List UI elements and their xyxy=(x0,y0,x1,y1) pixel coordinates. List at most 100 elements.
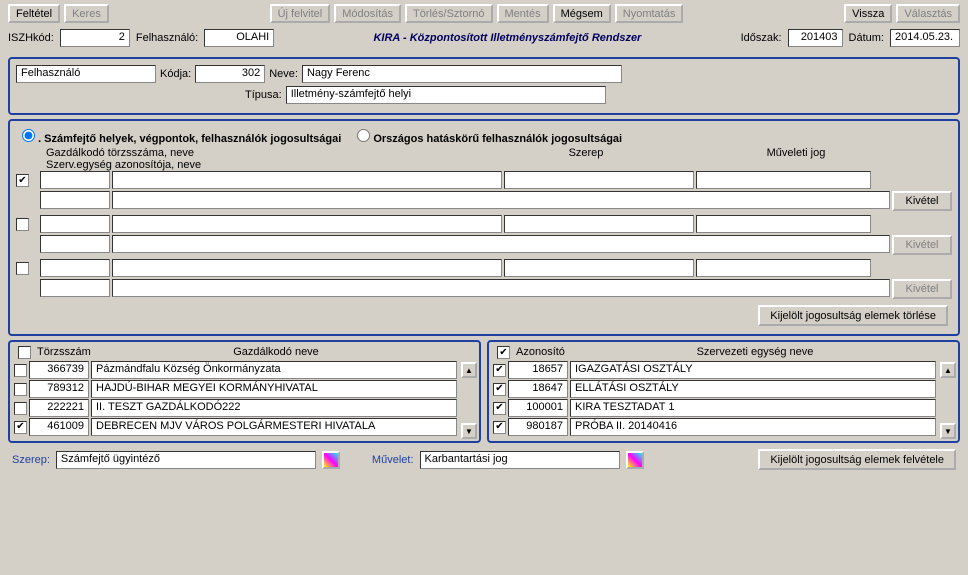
kivetel-button[interactable]: Kivétel xyxy=(892,279,952,299)
perm-azon-input[interactable] xyxy=(40,191,110,209)
perm-azon-input[interactable] xyxy=(40,279,110,297)
perm-szerep-input[interactable] xyxy=(504,171,694,189)
perm-muvelet-input[interactable] xyxy=(696,171,871,189)
iszh-value: 2 xyxy=(60,29,130,47)
perm-hdr-szerep: Szerep xyxy=(486,147,686,171)
perm-szervnev-input[interactable] xyxy=(112,235,890,253)
tipusa-value[interactable]: Illetmény-számfejtő helyi xyxy=(286,86,606,104)
perm-gazd-input[interactable] xyxy=(112,171,502,189)
kivetel-button[interactable]: Kivétel xyxy=(892,191,952,211)
perm-muvelet-input[interactable] xyxy=(696,215,871,233)
row-checkbox[interactable]: ✔ xyxy=(493,364,506,377)
row-name: Pázmándfalu Község Önkormányzata xyxy=(91,361,457,379)
perm-checkbox[interactable] xyxy=(16,262,29,275)
user-value: OLAHI xyxy=(204,29,274,47)
valasztas-button[interactable]: Választás xyxy=(896,4,960,23)
radio-local[interactable]: . Számfejtő helyek, végpontok, felhaszná… xyxy=(22,129,341,145)
radio-national[interactable]: Országos hatáskörű felhasználók jogosult… xyxy=(357,129,622,145)
row-name: HAJDÚ-BIHAR MEGYEI KORMÁNYHIVATAL xyxy=(91,380,457,398)
perm-row: Kivétel xyxy=(16,215,952,255)
radio-national-input[interactable] xyxy=(357,129,370,142)
row-checkbox[interactable] xyxy=(14,364,27,377)
list-item[interactable]: 366739Pázmándfalu Község Önkormányzata xyxy=(14,361,475,379)
row-name: IGAZGATÁSI OSZTÁLY xyxy=(570,361,936,379)
neve-label: Neve: xyxy=(269,68,298,80)
perm-gazd-input[interactable] xyxy=(112,215,502,233)
perm-checkbox[interactable] xyxy=(16,218,29,231)
neve-value[interactable]: Nagy Ferenc xyxy=(302,65,622,83)
delete-perms-button[interactable]: Kijelölt jogosultság elemek törlése xyxy=(758,305,948,326)
mentes-button[interactable]: Mentés xyxy=(497,4,549,23)
kivetel-button[interactable]: Kivétel xyxy=(892,235,952,255)
scroll-down-icon[interactable]: ▼ xyxy=(461,423,477,439)
user-panel: Felhasználó Kódja: 302 Neve: Nagy Ferenc… xyxy=(8,57,960,115)
szerep-label: Szerep: xyxy=(12,454,50,466)
select-all-checkbox[interactable] xyxy=(18,346,31,359)
list-item[interactable]: ✔18647ELLÁTÁSI OSZTÁLY xyxy=(493,380,954,398)
vissza-button[interactable]: Vissza xyxy=(844,4,892,23)
perm-azon-input[interactable] xyxy=(40,235,110,253)
select-all-checkbox[interactable]: ✔ xyxy=(497,346,510,359)
perm-szervnev-input[interactable] xyxy=(112,191,890,209)
kodja-value[interactable]: 302 xyxy=(195,65,265,83)
scroll-up-icon[interactable]: ▲ xyxy=(461,362,477,378)
tipusa-label: Típusa: xyxy=(245,89,282,101)
megsem-button[interactable]: Mégsem xyxy=(553,4,611,23)
scroll-down-icon[interactable]: ▼ xyxy=(940,423,956,439)
scroll-up-icon[interactable]: ▲ xyxy=(940,362,956,378)
perm-torzs-input[interactable] xyxy=(40,259,110,277)
modositas-button[interactable]: Módosítás xyxy=(334,4,401,23)
date-label: Dátum: xyxy=(849,32,884,44)
perm-torzs-input[interactable] xyxy=(40,215,110,233)
permissions-panel: . Számfejtő helyek, végpontok, felhaszná… xyxy=(8,119,960,336)
list-item[interactable]: ✔18657IGAZGATÁSI OSZTÁLY xyxy=(493,361,954,379)
perm-torzs-input[interactable] xyxy=(40,171,110,189)
radio-local-input[interactable] xyxy=(22,129,35,142)
muvelet-label: Művelet: xyxy=(372,454,414,466)
row-code: 980187 xyxy=(508,418,568,436)
felhasznalo-field[interactable]: Felhasználó xyxy=(16,65,156,83)
torles-button[interactable]: Törlés/Sztornó xyxy=(405,4,493,23)
perm-muvelet-input[interactable] xyxy=(696,259,871,277)
list-item[interactable]: 222221II. TESZT GAZDÁLKODÓ222 xyxy=(14,399,475,417)
muvelet-lookup-icon[interactable] xyxy=(626,451,644,469)
perm-szerep-input[interactable] xyxy=(504,259,694,277)
row-checkbox[interactable]: ✔ xyxy=(493,421,506,434)
user-label: Felhasználó: xyxy=(136,32,198,44)
nyomtatas-button[interactable]: Nyomtatás xyxy=(615,4,684,23)
perm-checkbox[interactable]: ✔ xyxy=(16,174,29,187)
row-name: PRÓBA II. 20140416 xyxy=(570,418,936,436)
date-value: 2014.05.23. xyxy=(890,29,960,47)
list-hdr-torzsszam: Törzsszám xyxy=(37,346,97,359)
row-checkbox[interactable]: ✔ xyxy=(14,421,27,434)
add-perms-button[interactable]: Kijelölt jogosultság elemek felvétele xyxy=(758,449,956,470)
toolbar: Feltétel Keres Új felvitel Módosítás Tör… xyxy=(0,0,968,27)
period-value: 201403 xyxy=(788,29,843,47)
gazdalkodo-list: Törzsszám Gazdálkodó neve 366739Pázmándf… xyxy=(8,340,481,443)
muvelet-select[interactable]: Karbantartási jog xyxy=(420,451,620,469)
list-item[interactable]: 789312HAJDÚ-BIHAR MEGYEI KORMÁNYHIVATAL xyxy=(14,380,475,398)
szervezet-list: ✔ Azonosító Szervezeti egység neve ✔1865… xyxy=(487,340,960,443)
szerep-select[interactable]: Számfejtő ügyintéző xyxy=(56,451,316,469)
row-checkbox[interactable] xyxy=(14,383,27,396)
perm-szervnev-input[interactable] xyxy=(112,279,890,297)
uj-felvitel-button[interactable]: Új felvitel xyxy=(270,4,331,23)
list-item[interactable]: ✔461009DEBRECEN MJV VÁROS POLGÁRMESTERI … xyxy=(14,418,475,436)
perm-hdr-gazd: Gazdálkodó törzsszáma, neve xyxy=(46,147,476,159)
feltetel-button[interactable]: Feltétel xyxy=(8,4,60,23)
keres-button[interactable]: Keres xyxy=(64,4,109,23)
perm-gazd-input[interactable] xyxy=(112,259,502,277)
szerep-lookup-icon[interactable] xyxy=(322,451,340,469)
row-checkbox[interactable]: ✔ xyxy=(493,402,506,415)
row-code: 366739 xyxy=(29,361,89,379)
iszh-label: ISZHkód: xyxy=(8,32,54,44)
row-checkbox[interactable]: ✔ xyxy=(493,383,506,396)
row-code: 100001 xyxy=(508,399,568,417)
perm-szerep-input[interactable] xyxy=(504,215,694,233)
row-checkbox[interactable] xyxy=(14,402,27,415)
list-item[interactable]: ✔100001KIRA TESZTADAT 1 xyxy=(493,399,954,417)
list-item[interactable]: ✔980187PRÓBA II. 20140416 xyxy=(493,418,954,436)
perm-hdr-muvelet: Műveleti jog xyxy=(696,147,896,171)
row-name: II. TESZT GAZDÁLKODÓ222 xyxy=(91,399,457,417)
row-code: 18657 xyxy=(508,361,568,379)
